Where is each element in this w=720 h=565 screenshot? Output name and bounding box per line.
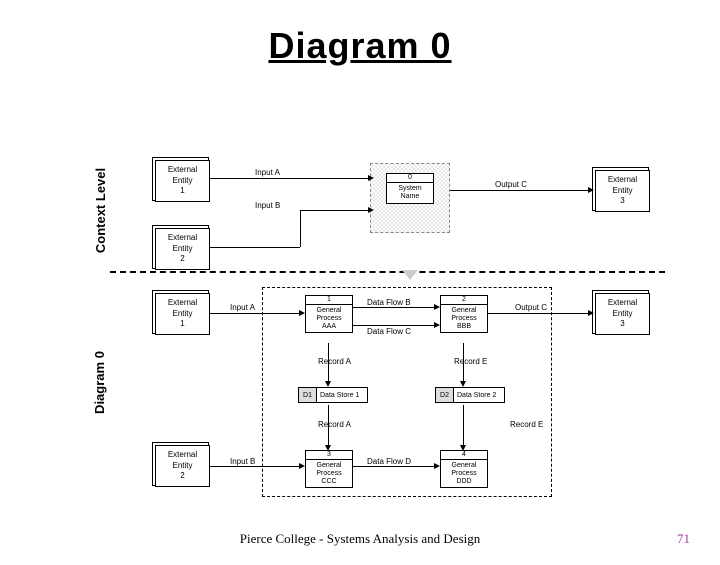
- entity-3-d0: External Entity 3: [595, 293, 650, 335]
- label-record-e-2: Record E: [510, 420, 543, 429]
- entity-1-ctx: External Entity 1: [155, 160, 210, 202]
- label-record-a-2: Record A: [318, 420, 351, 429]
- label-record-e-1: Record E: [454, 357, 487, 366]
- label-flow-d: Data Flow D: [367, 457, 411, 466]
- process-3: 3 General Process CCC: [305, 450, 353, 488]
- data-store-2: D2 Data Store 2: [435, 387, 505, 403]
- footer-text: Pierce College - Systems Analysis and De…: [0, 531, 720, 547]
- data-store-1: D1 Data Store 1: [298, 387, 368, 403]
- diagram-canvas: Context Level Diagram 0 External Entity …: [0, 25, 720, 565]
- label-flow-c: Data Flow C: [367, 327, 411, 336]
- label-output-c-ctx: Output C: [495, 180, 527, 189]
- label-context-level: Context Level: [93, 168, 108, 253]
- separator: [110, 271, 665, 273]
- label-output-c-d0: Output C: [515, 303, 547, 312]
- down-arrow-icon: [402, 270, 418, 280]
- label-input-b-d0: Input B: [230, 457, 255, 466]
- label-flow-b: Data Flow B: [367, 298, 411, 307]
- label-input-b-ctx: Input B: [255, 201, 280, 210]
- entity-1-d0: External Entity 1: [155, 293, 210, 335]
- page-number: 71: [677, 531, 690, 547]
- label-record-a-1: Record A: [318, 357, 351, 366]
- entity-3-ctx: External Entity 3: [595, 170, 650, 212]
- label-input-a-ctx: Input A: [255, 168, 280, 177]
- entity-2-d0: External Entity 2: [155, 445, 210, 487]
- label-diagram-0: Diagram 0: [92, 351, 107, 414]
- label-input-a-d0: Input A: [230, 303, 255, 312]
- entity-2-ctx: External Entity 2: [155, 228, 210, 270]
- process-2: 2 General Process BBB: [440, 295, 488, 333]
- process-1: 1 General Process AAA: [305, 295, 353, 333]
- process-4: 4 General Process DDD: [440, 450, 488, 488]
- process-0: 0 System Name: [386, 173, 434, 204]
